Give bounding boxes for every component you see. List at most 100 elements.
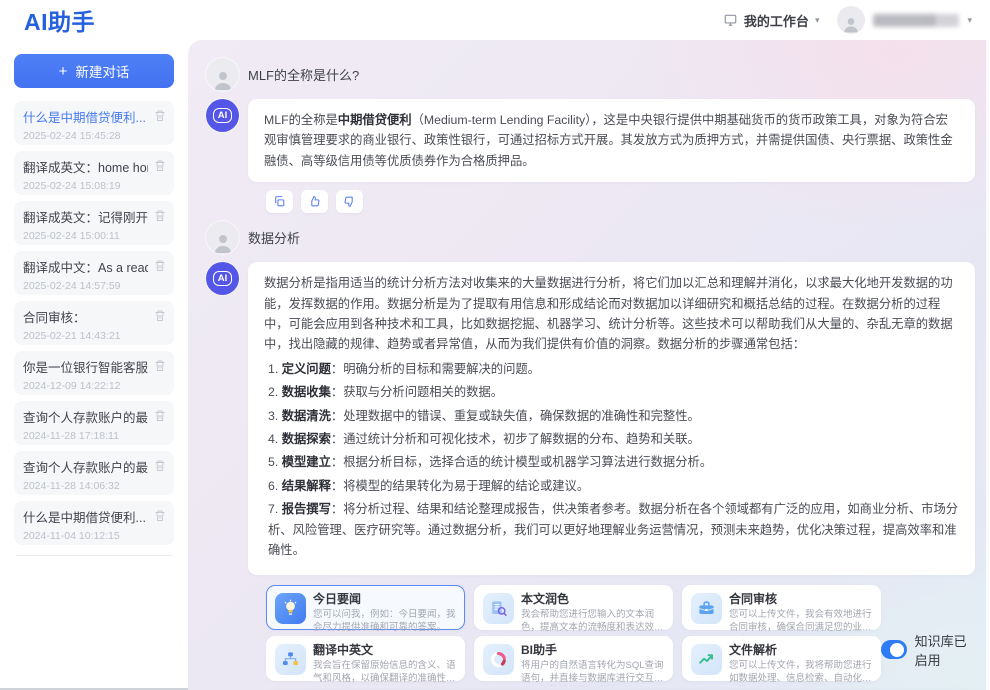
briefcase-icon <box>691 593 722 624</box>
analysis-step-item: 4. 数据探索：通过统计分析和可视化技术，初步了解数据的分布、趋势和关联。 <box>264 429 959 449</box>
person-icon <box>211 230 235 254</box>
chat-history-item[interactable]: 你是一位银行智能客服，... 2024-12-09 14:22:12 <box>14 351 174 395</box>
feature-card-bi-assistant[interactable]: BI助手 将用户的自然语言转化为SQL查询语句，并直接与数据库进行交互，返回智能… <box>474 636 673 681</box>
chat-history-timestamp: 2025-02-21 14:43:21 <box>23 330 148 342</box>
chat-history-title: 你是一位银行智能客服，... <box>23 357 148 376</box>
delete-chat-icon[interactable] <box>154 359 166 372</box>
translate-sitemap-icon <box>275 644 306 675</box>
delete-chat-icon[interactable] <box>154 209 166 222</box>
feature-card-today-news[interactable]: 今日要闻 您可以问我，例如：今日要闻，我会尽力提供准确和可靠的答案。 <box>266 585 465 630</box>
delete-chat-icon[interactable] <box>154 259 166 272</box>
new-chat-button[interactable]: + 新建对话 <box>14 54 174 88</box>
analysis-step-item: 6. 结果解释：将模型的结果转化为易于理解的结论或建议。 <box>264 476 959 496</box>
feature-cards-grid: 今日要闻 您可以问我，例如：今日要闻，我会尽力提供准确和可靠的答案。 本文润色 … <box>266 585 881 681</box>
step-label: 报告撰写 <box>282 502 331 516</box>
ai-avatar-label: AI <box>213 108 232 123</box>
feature-title: 本文润色 <box>521 592 664 608</box>
feature-card-contract-review[interactable]: 合同审核 您可以上传文件，我会有效地进行合同审核，确保合同满足您的业务需求。 <box>682 585 881 630</box>
user-avatar <box>206 221 239 254</box>
delete-chat-icon[interactable] <box>154 459 166 472</box>
chat-history-timestamp: 2025-02-24 15:00:11 <box>23 230 148 242</box>
feature-title: 翻译中英文 <box>313 643 456 659</box>
analysis-step-item: 2. 数据收集：获取与分析问题相关的数据。 <box>264 382 959 402</box>
feature-desc: 您可以上传文件，我将帮助您进行如数据处理、信息检索、自动化办公等。 <box>729 660 872 686</box>
chat-history-title: 翻译成英文：home home <box>23 157 148 176</box>
sidebar: + 新建对话 什么是中期借贷便利... 2025-02-24 15:45:28 … <box>0 40 188 690</box>
step-label: 模型建立 <box>282 455 331 469</box>
chat-history-timestamp: 2025-02-24 15:08:19 <box>23 180 148 192</box>
user-menu[interactable]: ████████ ▾ <box>837 6 972 34</box>
step-text: 将分析过程、结果和结论整理成报告，供决策者参考。数据分析在各个领域都有广泛的应用… <box>268 502 958 557</box>
delete-chat-icon[interactable] <box>154 309 166 322</box>
person-icon <box>841 14 861 34</box>
ai-avatar: AI <box>206 262 239 295</box>
feature-title: 合同审核 <box>729 592 872 608</box>
user-message-text: 数据分析 <box>248 228 300 247</box>
analysis-step-item: 7. 报告撰写：将分析过程、结果和结论整理成报告，供决策者参考。数据分析在各个领… <box>264 499 959 560</box>
feature-desc: 您可以上传文件，我会有效地进行合同审核，确保合同满足您的业务需求。 <box>729 609 872 635</box>
ai-avatar-label: AI <box>213 271 232 286</box>
chat-history-item[interactable]: 翻译成英文：home home 2025-02-24 15:08:19 <box>14 151 174 195</box>
user-message-row: 数据分析 <box>206 221 980 254</box>
feature-card-translate[interactable]: 翻译中英文 我会旨在保留原始信息的含义、语气和风格，以确保翻译的准确性和自然流畅… <box>266 636 465 681</box>
step-number: 6. <box>268 479 278 493</box>
thumbs-up-icon <box>308 195 321 208</box>
ai-avatar: AI <box>206 99 239 132</box>
step-text: 获取与分析问题相关的数据。 <box>343 385 503 399</box>
feature-card-text-polish[interactable]: 本文润色 我会帮助您进行您输入的文本润色，提高文本的流畅度和表达效果。 <box>474 585 673 630</box>
step-label: 数据探索 <box>282 432 331 446</box>
delete-chat-icon[interactable] <box>154 159 166 172</box>
step-number: 4. <box>268 432 278 446</box>
ai-message-row: AI 数据分析是指用适当的统计分析方法对收集来的大量数据进行分析，将它们加以汇总… <box>206 262 980 574</box>
chat-history-timestamp: 2024-12-09 14:22:12 <box>23 380 148 392</box>
top-header: AI助手 我的工作台 ▾ ████████ ▾ <box>0 0 990 40</box>
feature-cards-zone: 今日要闻 您可以问我，例如：今日要闻，我会尽力提供准确和可靠的答案。 本文润色 … <box>266 585 980 681</box>
chat-history-item[interactable]: 查询个人存款账户的最新... 2024-11-28 14:06:32 <box>14 451 174 495</box>
step-separator: ： <box>331 432 343 446</box>
step-text: 处理数据中的错误、重复或缺失值，确保数据的准确性和完整性。 <box>343 409 700 423</box>
feature-desc: 我会旨在保留原始信息的含义、语气和风格，以确保翻译的准确性和自然流畅。 <box>313 660 456 686</box>
delete-chat-icon[interactable] <box>154 409 166 422</box>
step-separator: ： <box>331 479 343 493</box>
step-label: 数据收集 <box>282 385 331 399</box>
user-avatar <box>837 6 865 34</box>
step-text: 根据分析目标，选择合适的统计模型或机器学习算法进行数据分析。 <box>343 455 712 469</box>
step-text: 通过统计分析和可视化技术，初步了解数据的分布、趋势和关联。 <box>343 432 700 446</box>
step-number: 2. <box>268 385 278 399</box>
analysis-step-item: 3. 数据清洗：处理数据中的错误、重复或缺失值，确保数据的准确性和完整性。 <box>264 406 959 426</box>
chat-history-title: 翻译成中文：As a reader... <box>23 257 148 276</box>
step-label: 定义问题 <box>282 362 331 376</box>
step-label: 数据清洗 <box>282 409 331 423</box>
scrollbar-track[interactable] <box>986 40 990 690</box>
delete-chat-icon[interactable] <box>154 109 166 122</box>
chevron-down-icon: ▾ <box>967 16 972 25</box>
delete-chat-icon[interactable] <box>154 509 166 522</box>
chat-history-item[interactable]: 合同审核： 2025-02-21 14:43:21 <box>14 301 174 345</box>
knowledge-base-toggle[interactable] <box>881 640 907 659</box>
step-text: 明确分析的目标和需要解决的问题。 <box>343 362 540 376</box>
feature-title: BI助手 <box>521 643 664 659</box>
chat-history-title: 什么是中期借贷便利... <box>23 507 148 526</box>
workspace-menu[interactable]: 我的工作台 ▾ <box>723 11 820 30</box>
ai-msg2-intro: 数据分析是指用适当的统计分析方法对收集来的大量数据进行分析，将它们加以汇总和理解… <box>264 276 953 351</box>
chevron-down-icon: ▾ <box>815 16 820 25</box>
thumbs-down-button[interactable] <box>336 190 363 213</box>
thumbs-up-button[interactable] <box>301 190 328 213</box>
ai-msg1-bold: 中期借贷便利 <box>338 113 412 127</box>
chat-history-item[interactable]: 什么是中期借贷便利... 2025-02-24 15:45:28 <box>14 101 174 145</box>
chat-history-item[interactable]: 翻译成中文：As a reader... 2025-02-24 14:57:59 <box>14 251 174 295</box>
ai-msg1-prefix: MLF的全称是 <box>264 113 338 127</box>
copy-button[interactable] <box>266 190 293 213</box>
step-label: 结果解释 <box>282 479 331 493</box>
feature-card-file-parse[interactable]: 文件解析 您可以上传文件，我将帮助您进行如数据处理、信息检索、自动化办公等。 <box>682 636 881 681</box>
chat-history-item[interactable]: 翻译成英文：记得刚开始... 2025-02-24 15:00:11 <box>14 201 174 245</box>
ai-message-row: AI MLF的全称是中期借贷便利（Medium-term Lending Fac… <box>206 99 980 182</box>
chat-history-item[interactable]: 查询个人存款账户的最新... 2024-11-28 17:18:11 <box>14 401 174 445</box>
chat-history-title: 什么是中期借贷便利... <box>23 107 148 126</box>
chat-history-timestamp: 2024-11-04 10:12:15 <box>23 530 148 542</box>
bulb-icon <box>275 593 306 624</box>
chat-main-area: MLF的全称是什么? AI MLF的全称是中期借贷便利（Medium-term … <box>188 40 990 690</box>
user-message-row: MLF的全称是什么? <box>206 58 980 91</box>
chat-history-item[interactable]: 什么是中期借贷便利... 2024-11-04 10:12:15 <box>14 501 174 545</box>
step-number: 3. <box>268 409 278 423</box>
